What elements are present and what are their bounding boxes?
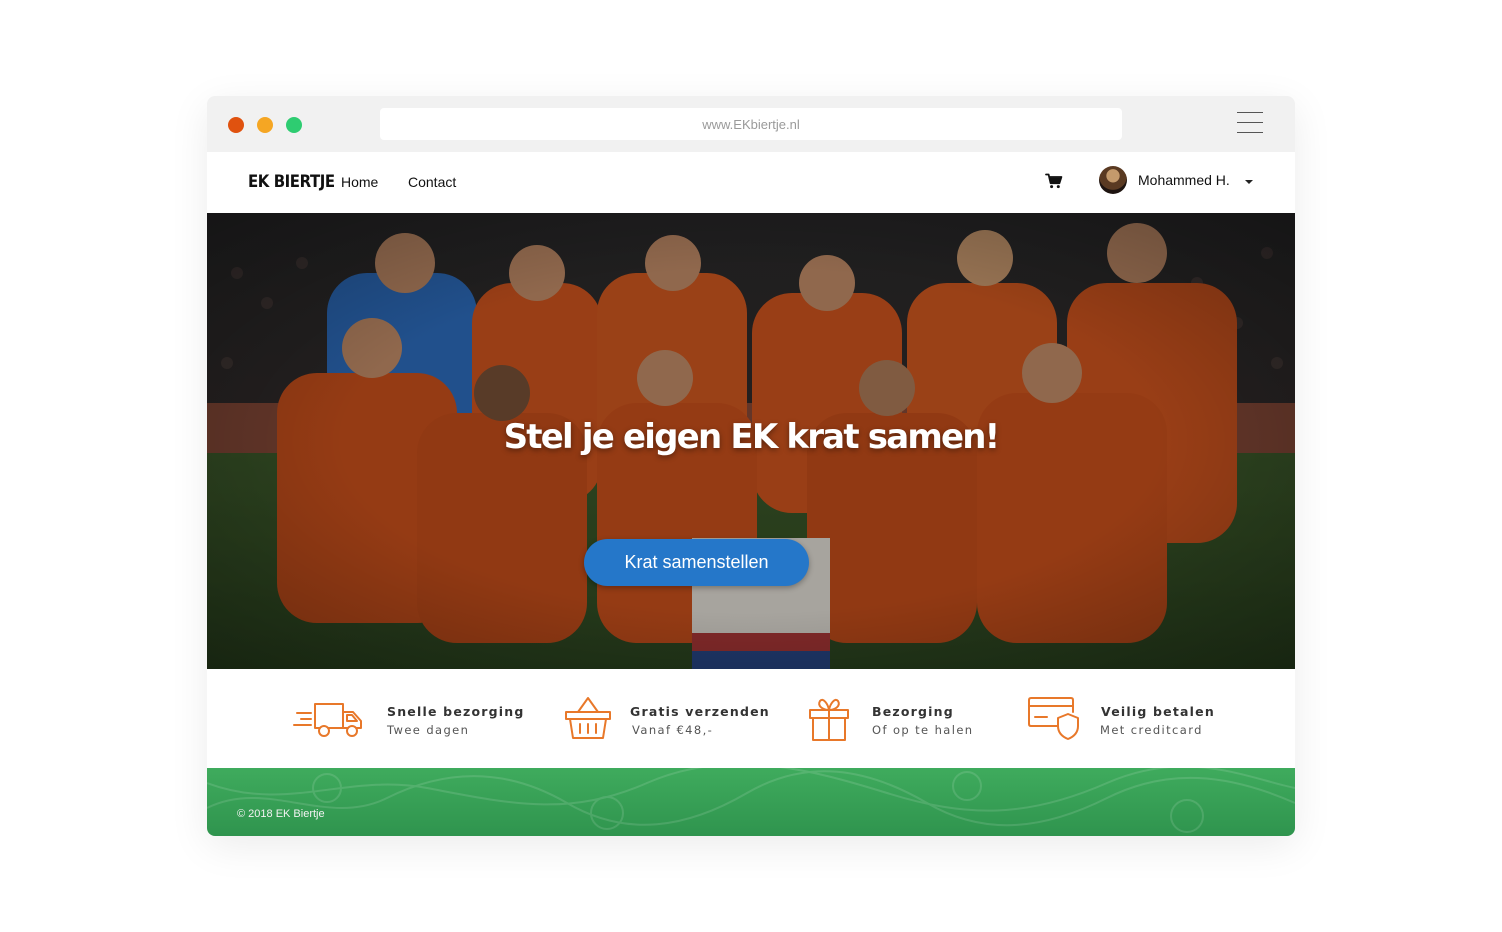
nav-link-contact[interactable]: Contact [408,174,456,190]
feature-pickup: Bezorging Of op te halen [807,696,1007,746]
shopping-cart-icon[interactable] [1045,173,1063,189]
hero-title: Stel je eigen EK krat samen! [503,417,1001,457]
feature-title: Veilig betalen [1101,704,1215,719]
maximize-window-button[interactable] [286,117,302,133]
basket-icon [565,697,611,739]
delivery-truck-icon [293,703,362,737]
feature-subtitle: Of op te halen [872,723,974,737]
nav-link-home[interactable]: Home [341,174,378,190]
feature-free-shipping: Gratis verzenden Vanaf €48,- [564,696,784,746]
feature-secure-payment: Veilig betalen Met creditcard [1027,696,1247,746]
browser-chrome: www.EKbiertje.nl [207,96,1295,152]
copyright-text: © 2018 EK Biertje [237,808,325,820]
minimize-window-button[interactable] [257,117,273,133]
avatar[interactable] [1099,166,1127,194]
credit-card-shield-icon [1028,697,1079,740]
footer-pattern [207,768,1295,833]
browser-window: www.EKbiertje.nl EK BIERTJE Home Contact… [207,96,1295,836]
address-bar[interactable]: www.EKbiertje.nl [380,108,1122,140]
close-window-button[interactable] [228,117,244,133]
caret-down-icon[interactable] [1245,180,1253,184]
site-navbar: EK BIERTJE Home Contact Mohammed H. [207,152,1295,213]
features-bar: Snelle bezorging Twee dagen Gratis verze… [207,669,1295,768]
feature-title: Snelle bezorging [387,704,525,719]
gift-icon [809,698,849,741]
site-logo[interactable]: EK BIERTJE [248,172,335,192]
feature-subtitle: Met creditcard [1100,723,1203,737]
url-text: www.EKbiertje.nl [702,116,800,132]
krat-samenstellen-button[interactable]: Krat samenstellen [584,539,809,586]
feature-title: Bezorging [872,704,954,719]
feature-subtitle: Vanaf €48,- [632,723,714,737]
feature-fast-delivery: Snelle bezorging Twee dagen [293,696,533,746]
hero-banner: Stel je eigen EK krat samen! Krat samens… [207,213,1295,669]
site-footer: © 2018 EK Biertje [207,768,1295,836]
hamburger-menu-icon[interactable] [1237,112,1263,134]
feature-subtitle: Twee dagen [387,723,470,737]
user-name[interactable]: Mohammed H. [1138,172,1230,188]
feature-title: Gratis verzenden [630,704,770,719]
